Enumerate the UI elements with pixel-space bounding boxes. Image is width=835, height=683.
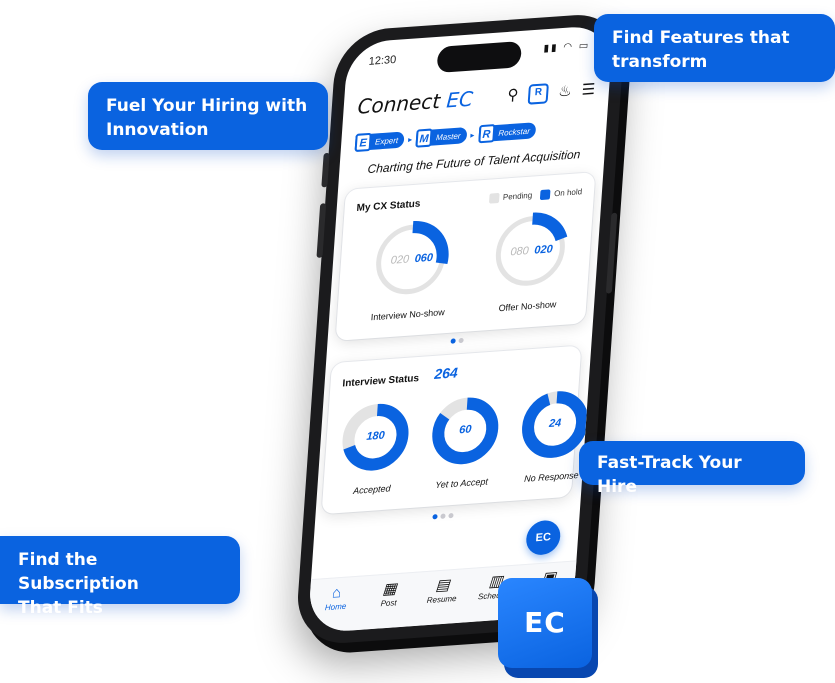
offer-no-show-donut[interactable] xyxy=(488,208,573,294)
tier-label: Master xyxy=(435,130,461,142)
interview-status-title: Interview Status xyxy=(342,373,420,390)
pager-dot[interactable] xyxy=(458,337,464,344)
cx-status-card[interactable]: My CX Status Pending On hold 020 060 Int… xyxy=(335,172,596,341)
callout-line: Find the Subscription xyxy=(18,550,139,594)
callout-line: Fast-Track Your Hire xyxy=(597,453,742,497)
legend-label: On hold xyxy=(553,187,583,199)
interview-total: 264 xyxy=(433,364,459,382)
cx-status-title: My CX Status xyxy=(356,198,421,215)
tier-label: Rockstar xyxy=(498,126,531,138)
post-icon: ▦ xyxy=(381,580,398,599)
cube-face: EC xyxy=(498,578,592,668)
on-hold-value: 060 xyxy=(414,251,434,266)
phone-side-button xyxy=(316,203,327,258)
dynamic-island xyxy=(436,40,523,74)
nav-item-post[interactable]: ▦ Post xyxy=(364,579,413,630)
callout-line: transform xyxy=(612,52,708,72)
phone-power-button xyxy=(605,212,618,294)
chat-fab-button[interactable]: EC xyxy=(525,519,562,556)
brand-main: Connect xyxy=(356,88,442,119)
nav-label: Home xyxy=(324,601,347,613)
cx-pager[interactable] xyxy=(450,337,464,344)
menu-icon[interactable]: ☰ xyxy=(581,80,596,101)
callout-fuel-hiring: Fuel Your Hiring with Innovation xyxy=(88,82,328,150)
phone-side-button xyxy=(321,152,330,188)
callout-subscription: Find the Subscription That Fits xyxy=(0,536,240,618)
callout-fast-track: Fast-Track Your Hire xyxy=(579,441,805,497)
interview-no-show-donut[interactable] xyxy=(368,216,453,302)
app-header: Connect EC ⚲ R ♨ ☰ xyxy=(356,78,596,125)
tier-letter: E xyxy=(354,132,372,153)
legend-on-hold: On hold xyxy=(539,187,583,201)
tagline: Charting the Future of Talent Acquisitio… xyxy=(367,147,581,177)
tier-letter: M xyxy=(415,128,433,148)
legend-label: Pending xyxy=(502,190,533,202)
ec-cube-logo: EC xyxy=(498,578,600,678)
tier-arrow-icon: ▸ xyxy=(470,130,475,140)
callout-line: Find Features that xyxy=(612,28,790,48)
brand-logo: Connect EC xyxy=(357,86,474,118)
rockstar-badge-icon[interactable]: R xyxy=(527,83,550,105)
callout-line: That Fits xyxy=(18,598,103,618)
header-icons: ⚲ R ♨ ☰ xyxy=(507,80,596,106)
nav-item-resume[interactable]: ▤ Resume xyxy=(417,575,466,626)
nav-label: Post xyxy=(380,598,397,609)
status-icons: ▮▮ ◠ ▭ xyxy=(543,40,591,55)
tier-master[interactable]: M Master xyxy=(415,127,468,148)
interview-pager[interactable] xyxy=(432,512,454,520)
tier-rockstar[interactable]: R Rockstar xyxy=(477,122,537,144)
resume-icon: ▤ xyxy=(434,576,451,595)
callout-find-features: Find Features that transform xyxy=(594,14,835,82)
pager-dot[interactable] xyxy=(440,513,446,519)
pending-value: 020 xyxy=(390,253,410,267)
status-time: 12:30 xyxy=(368,53,397,68)
pager-dot[interactable] xyxy=(448,512,454,519)
cx-legend: Pending On hold xyxy=(488,187,583,204)
callout-line: Fuel Your Hiring with xyxy=(106,96,308,116)
pending-value: 080 xyxy=(509,244,530,259)
donut-caption: Interview No-show xyxy=(370,307,446,323)
notification-bell-icon[interactable]: ♨ xyxy=(558,82,573,103)
phone-screen: 12:30 ▮▮ ◠ ▭ Connect EC ⚲ R ♨ ☰ E Expert… xyxy=(307,24,614,634)
nav-item-home[interactable]: ⌂ Home xyxy=(311,583,360,634)
tier-progress: E Expert ▸ M Master ▸ R Rockstar xyxy=(354,118,598,153)
legend-pending: Pending xyxy=(488,190,533,204)
tier-arrow-icon: ▸ xyxy=(407,134,413,144)
search-icon[interactable]: ⚲ xyxy=(507,85,519,106)
tier-letter: R xyxy=(477,124,496,144)
home-icon: ⌂ xyxy=(331,583,342,602)
donut-caption: Offer No-show xyxy=(498,299,557,314)
callout-line: Innovation xyxy=(106,120,209,140)
on-hold-value: 020 xyxy=(533,243,554,257)
phone-frame: 12:30 ▮▮ ◠ ▭ Connect EC ⚲ R ♨ ☰ E Expert… xyxy=(294,11,627,647)
brand-accent: EC xyxy=(445,86,474,113)
pager-dot[interactable] xyxy=(450,338,456,344)
pager-dot[interactable] xyxy=(432,514,438,520)
interview-status-card[interactable]: Interview Status 264 180 Accepted 60 Yet… xyxy=(321,345,589,515)
tier-label: Expert xyxy=(374,135,399,147)
nav-label: Resume xyxy=(426,593,457,606)
tier-expert[interactable]: E Expert xyxy=(354,131,405,153)
